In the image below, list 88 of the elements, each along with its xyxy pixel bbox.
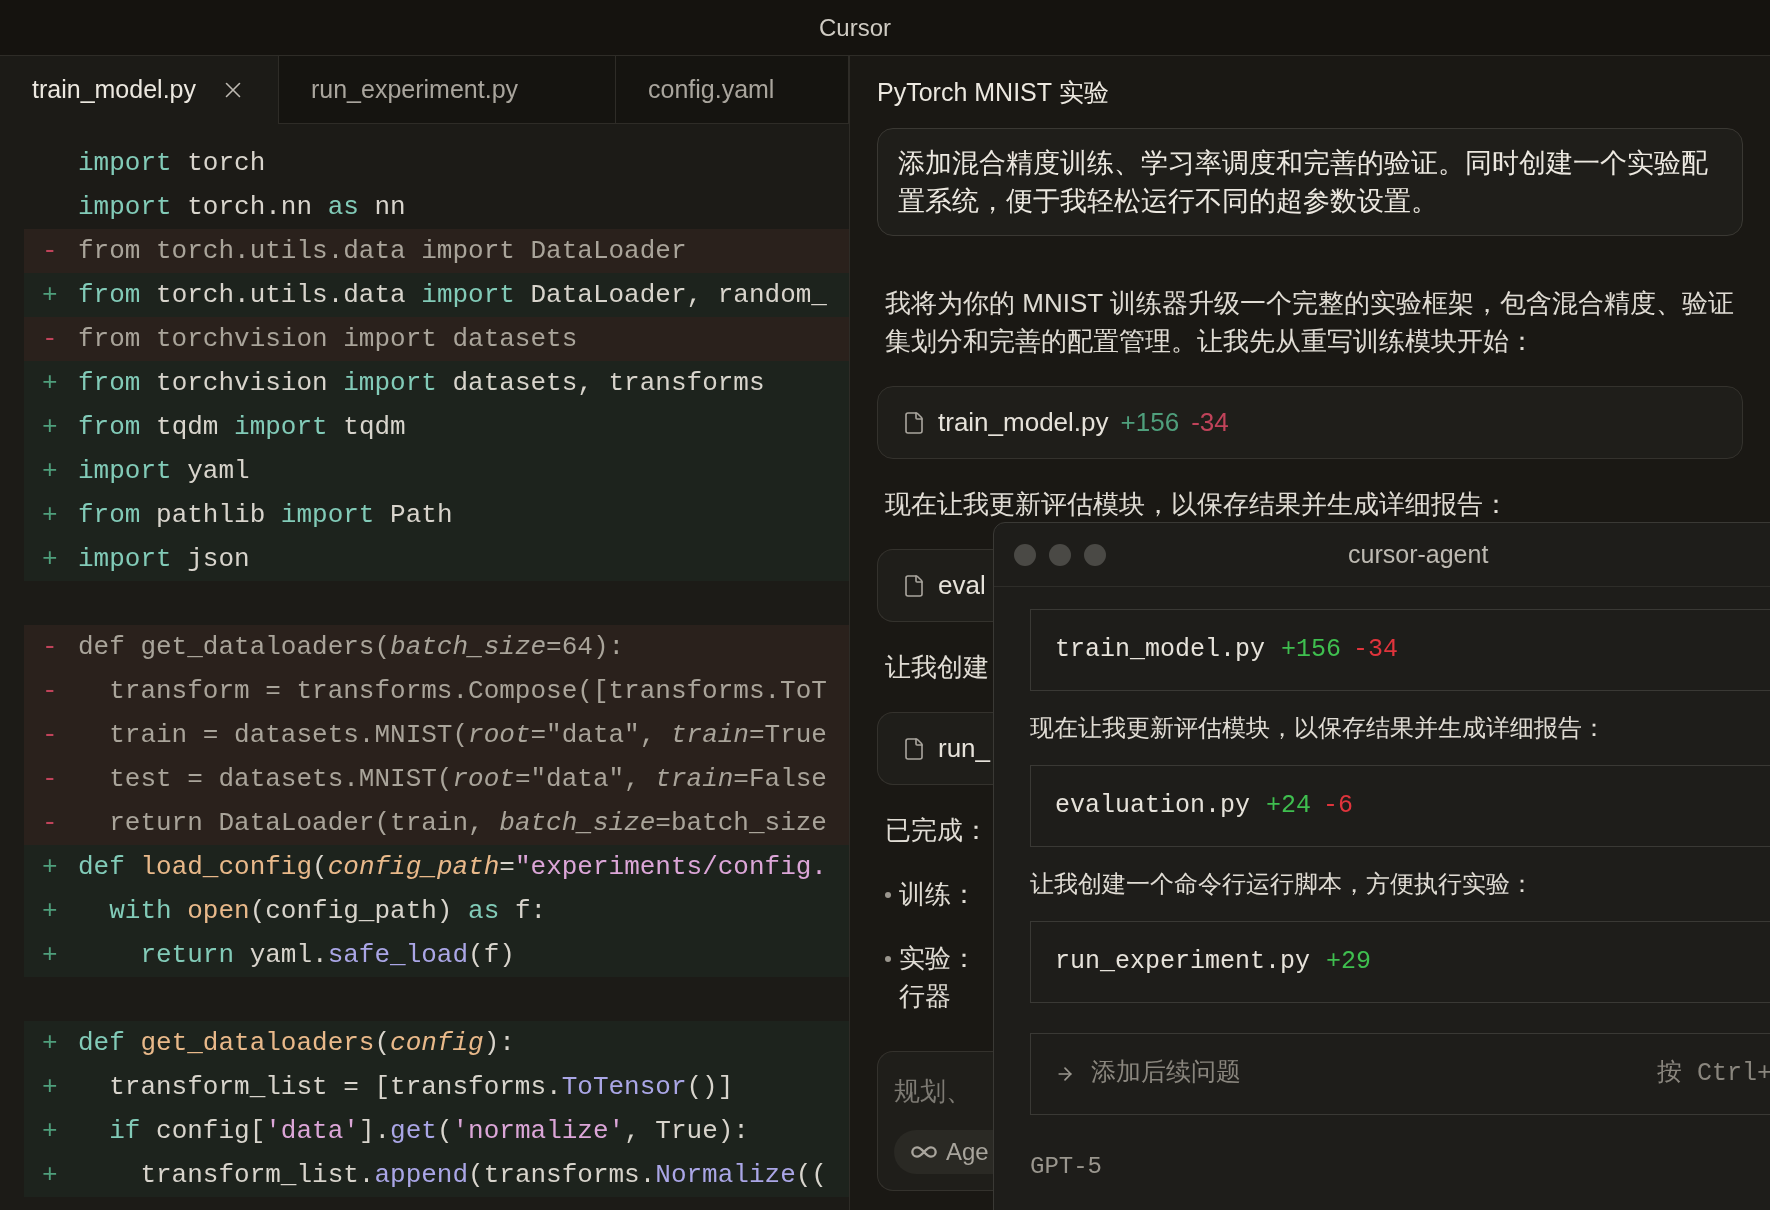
diff-marker: + bbox=[42, 939, 58, 970]
code-line: from torch.utils.data import DataLoader, random_ bbox=[78, 282, 827, 308]
file-name: eval bbox=[938, 569, 986, 602]
code-line: transform = transforms.Compose([transforms.ToT bbox=[108, 678, 827, 704]
list-item-text: 训练： bbox=[899, 878, 977, 911]
diff-marker: + bbox=[42, 1115, 58, 1146]
terminal-title: cursor-agent bbox=[1348, 538, 1489, 570]
file-card[interactable]: run_ bbox=[877, 712, 993, 785]
bullet-icon bbox=[885, 892, 891, 898]
diff-marker: + bbox=[42, 1159, 58, 1190]
diff-marker: - bbox=[42, 719, 58, 750]
prompt-bubble: 添加混合精度训练、学习率调度和完善的验证。同时创建一个实验配置系统，便于我轻松运行不同的超参数设置。 bbox=[877, 128, 1743, 236]
diff-marker: + bbox=[42, 411, 58, 442]
code-line: return DataLoader(train, batch_size=batch_size bbox=[108, 810, 827, 836]
code-line: import torch bbox=[78, 150, 266, 176]
code-line: transform_list = [transforms.ToTensor()] bbox=[108, 1074, 734, 1100]
file-icon bbox=[902, 573, 926, 598]
diff-marker: - bbox=[42, 763, 58, 794]
editor-tab[interactable]: run_experiment.py bbox=[279, 56, 616, 124]
file-card[interactable]: eval bbox=[877, 549, 993, 622]
code-line: test = datasets.MNIST(root="data", train=False bbox=[108, 766, 827, 792]
message-text: 现在让我更新评估模块，以保存结果并生成详细报告： bbox=[884, 488, 1510, 521]
window-control-icon[interactable] bbox=[1049, 543, 1071, 566]
follow-up-field[interactable]: 添加后续问题 按 Ctrl+ bbox=[1030, 1033, 1770, 1115]
code-line: import json bbox=[78, 546, 250, 572]
code-line: return yaml.safe_load(f) bbox=[139, 942, 515, 968]
diff-marker: - bbox=[42, 675, 58, 706]
file-icon bbox=[902, 736, 926, 761]
diff-marker: - bbox=[42, 631, 58, 662]
diff-marker: + bbox=[42, 499, 58, 530]
code-line: def get_dataloaders(config): bbox=[78, 1030, 515, 1056]
chat-title: PyTorch MNIST 实验 bbox=[877, 77, 1110, 108]
file-icon bbox=[902, 410, 926, 435]
diff-marker: + bbox=[42, 367, 58, 398]
editor-tab[interactable]: train_model.py bbox=[0, 56, 279, 124]
added-count: +24 bbox=[1266, 790, 1312, 823]
removed-count: -34 bbox=[1353, 634, 1399, 667]
code-line: from torchvision import datasets, transforms bbox=[78, 370, 765, 396]
code-line: train = datasets.MNIST(root="data", train=True bbox=[108, 722, 827, 748]
file-name: run_experiment.py bbox=[1055, 946, 1311, 979]
diff-marker: + bbox=[42, 895, 58, 926]
window-control-icon[interactable] bbox=[1084, 543, 1106, 566]
message-text: 我将为你的 MNIST 训练器升级一个完整的实验框架，包含混合精度、验证集划分和完善的配置管理。让我先从重写训练模块开始： bbox=[884, 287, 1735, 358]
message-text: 让我创建 bbox=[884, 651, 990, 684]
message-text: 现在让我更新评估模块，以保存结果并生成详细报告： bbox=[1030, 713, 1607, 743]
diff-marker: + bbox=[42, 1071, 58, 1102]
diff-marker: - bbox=[42, 235, 58, 266]
added-count: +156 bbox=[1281, 634, 1342, 667]
list-item-text: 实验：行器 bbox=[899, 942, 977, 1013]
code-line: from pathlib import Path bbox=[78, 502, 453, 528]
message-text: 让我创建一个命令行运行脚本，方便执行实验： bbox=[1030, 869, 1535, 899]
diff-marker: - bbox=[42, 807, 58, 838]
diff-marker: + bbox=[42, 455, 58, 486]
editor-tab[interactable]: config.yaml bbox=[616, 56, 849, 124]
input-field[interactable]: 规划、 bbox=[894, 1072, 990, 1111]
window-title: Cursor bbox=[819, 12, 892, 43]
code-line: if config['data'].get('normalize', True): bbox=[108, 1118, 749, 1144]
diff-marker: + bbox=[42, 279, 58, 310]
file-name: train_model.py bbox=[938, 406, 1109, 439]
file-name: train_model.py bbox=[1055, 634, 1266, 667]
agent-mode-button[interactable]: Age bbox=[894, 1130, 994, 1174]
code-line: def get_dataloaders(batch_size=64): bbox=[78, 634, 625, 660]
diff-marker: - bbox=[42, 323, 58, 354]
file-name: run_ bbox=[938, 732, 991, 765]
code-line: import yaml bbox=[78, 458, 250, 484]
added-count: +29 bbox=[1326, 946, 1372, 979]
added-count: +156 bbox=[1120, 406, 1180, 439]
code-line: from torch.utils.data import DataLoader bbox=[78, 238, 687, 264]
file-card[interactable]: train_model.py +156 -34 bbox=[877, 386, 1743, 459]
code-line: with open(config_path) as f: bbox=[108, 898, 547, 924]
code-line: transform_list.append(transforms.Normalize(( bbox=[139, 1162, 827, 1188]
window-control-icon[interactable] bbox=[1014, 543, 1036, 566]
removed-count: -6 bbox=[1323, 790, 1354, 823]
diff-marker: + bbox=[42, 851, 58, 882]
code-line: def load_config(config_path="experiments/config. bbox=[78, 854, 827, 880]
model-label: GPT-5 bbox=[1030, 1152, 1103, 1182]
diff-marker: + bbox=[42, 543, 58, 574]
removed-count: -34 bbox=[1191, 406, 1229, 439]
code-line: from torchvision import datasets bbox=[78, 326, 578, 352]
bullet-icon bbox=[885, 956, 891, 962]
code-line: import torch.nn as nn bbox=[78, 194, 406, 220]
code-line: from tqdm import tqdm bbox=[78, 414, 406, 440]
composer-field[interactable]: 规划、 Age bbox=[877, 1051, 993, 1191]
file-name: evaluation.py bbox=[1055, 790, 1251, 823]
message-text: 已完成： bbox=[884, 814, 990, 847]
shortcut-hint: 按 Ctrl+ bbox=[1657, 1058, 1770, 1091]
input-field[interactable]: 添加后续问题 bbox=[1091, 1055, 1641, 1093]
diff-marker: + bbox=[42, 1027, 58, 1058]
